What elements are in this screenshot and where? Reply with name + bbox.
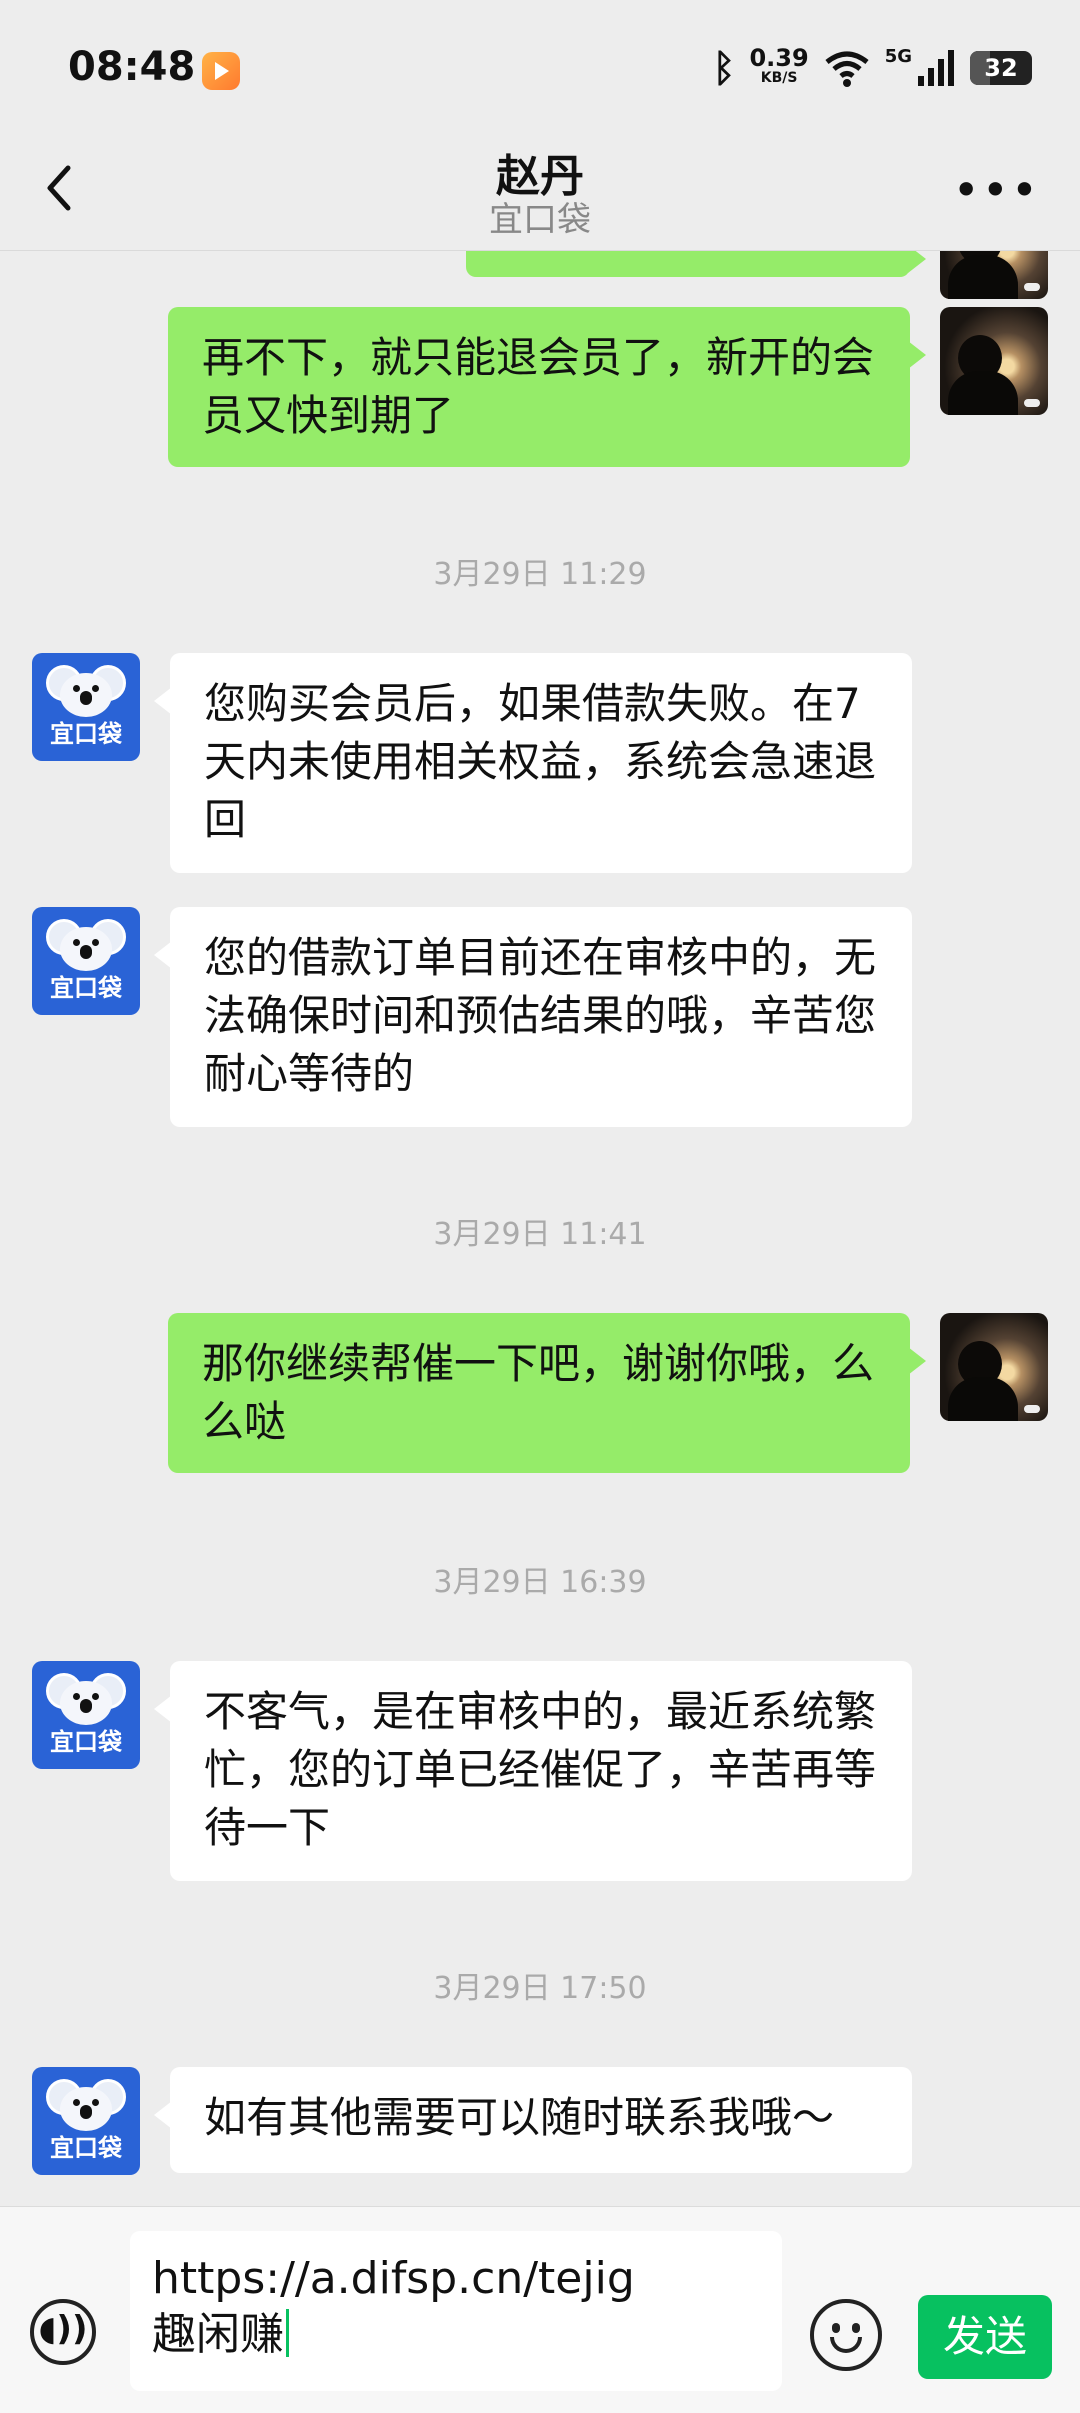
message-bubble-incoming[interactable]: 如有其他需要可以随时联系我哦～	[154, 2067, 912, 2173]
status-bar: 08:48 ᛒ 0.39 KB/S 5G 32	[0, 0, 1080, 140]
wifi-icon	[823, 48, 871, 88]
battery-value: 32	[984, 54, 1018, 82]
timestamp: 3月29日 11:29	[433, 557, 647, 592]
network-type: 5G	[884, 46, 912, 67]
message-input[interactable]: https://a.difsp.cn/tejig 趣闲赚	[130, 2231, 782, 2391]
timestamp: 3月29日 16:39	[433, 1565, 647, 1600]
message-bubble-outgoing[interactable]	[466, 251, 926, 277]
message-text: 再不下，就只能退会员了，新开的会员又快到期了	[202, 333, 875, 440]
message-bubble-incoming[interactable]: 您购买会员后，如果借款失败。在7天内未使用相关权益，系统会急速退回	[154, 653, 912, 873]
bot-avatar-label: 宜口袋	[50, 1728, 122, 1756]
bot-avatar-label: 宜口袋	[50, 720, 122, 748]
timestamp: 3月29日 11:41	[433, 1217, 647, 1252]
bot-avatar[interactable]: 宜口袋	[32, 2067, 140, 2175]
video-app-icon	[202, 52, 240, 90]
message-list[interactable]: 再不下，就只能退会员了，新开的会员又快到期了 3月29日 11:29 宜口袋 您…	[0, 251, 1080, 2206]
status-time: 08:48	[68, 44, 196, 90]
message-text: 您的借款订单目前还在审核中的，无法确保时间和预估结果的哦，辛苦您耐心等待的	[204, 933, 877, 1098]
battery-icon: 32	[970, 51, 1032, 85]
bot-avatar-label: 宜口袋	[50, 2134, 122, 2162]
send-button[interactable]: 发送	[918, 2295, 1052, 2379]
net-speed: 0.39 KB/S	[749, 46, 808, 88]
message-text: 那你继续帮催一下吧，谢谢你哦，么么哒	[202, 1339, 875, 1446]
chat-subtitle: 宜口袋	[489, 200, 591, 240]
bluetooth-icon: ᛒ	[712, 46, 736, 90]
message-text: 您购买会员后，如果借款失败。在7天内未使用相关权益，系统会急速退回	[204, 679, 877, 844]
timestamp: 3月29日 17:50	[433, 1971, 647, 2006]
koala-logo-icon	[46, 1671, 126, 1727]
message-bubble-outgoing[interactable]: 那你继续帮催一下吧，谢谢你哦，么么哒	[168, 1313, 926, 1473]
bot-avatar[interactable]: 宜口袋	[32, 907, 140, 1015]
status-icons: ᛒ 0.39 KB/S 5G 32	[713, 46, 1032, 90]
voice-icon[interactable]: ◖))	[30, 2299, 96, 2365]
message-text: 如有其他需要可以随时联系我哦～	[204, 2093, 835, 2142]
user-avatar[interactable]	[940, 307, 1048, 415]
message-text: 不客气，是在审核中的，最近系统繁忙，您的订单已经催促了，辛苦再等待一下	[204, 1687, 877, 1852]
emoji-icon[interactable]	[810, 2299, 882, 2371]
bot-avatar-label: 宜口袋	[50, 974, 122, 1002]
message-bubble-incoming[interactable]: 您的借款订单目前还在审核中的，无法确保时间和预估结果的哦，辛苦您耐心等待的	[154, 907, 912, 1127]
koala-logo-icon	[46, 917, 126, 973]
bot-avatar[interactable]: 宜口袋	[32, 653, 140, 761]
input-text-line-2: 趣闲赚	[152, 2309, 284, 2360]
input-text-line-1: https://a.difsp.cn/tejig	[152, 2253, 635, 2304]
more-dots-icon[interactable]: •••	[953, 167, 1040, 213]
signal-icon	[916, 48, 956, 88]
chat-header: 赵丹 宜口袋 •••	[0, 140, 1080, 250]
message-bubble-outgoing[interactable]: 再不下，就只能退会员了，新开的会员又快到期了	[168, 307, 926, 467]
bot-avatar[interactable]: 宜口袋	[32, 1661, 140, 1769]
koala-logo-icon	[46, 663, 126, 719]
input-bar: ◖)) https://a.difsp.cn/tejig 趣闲赚 发送	[0, 2206, 1080, 2413]
koala-logo-icon	[46, 2077, 126, 2133]
message-bubble-incoming[interactable]: 不客气，是在审核中的，最近系统繁忙，您的订单已经催促了，辛苦再等待一下	[154, 1661, 912, 1881]
user-avatar[interactable]	[940, 251, 1048, 299]
text-caret	[286, 2309, 289, 2357]
user-avatar[interactable]	[940, 1313, 1048, 1421]
